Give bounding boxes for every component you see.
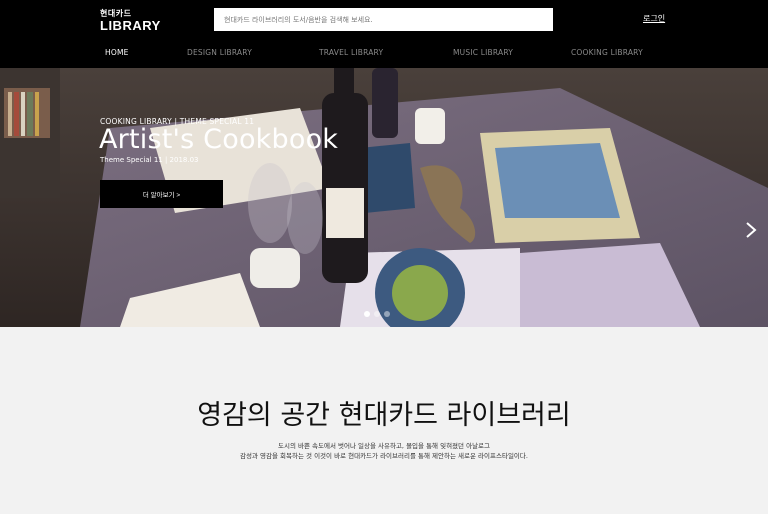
header-bar: 현대카드 LIBRARY 로그인 HOME DESIGN LIBRARY TRA… (0, 0, 768, 68)
login-link[interactable]: 로그인 (643, 13, 665, 24)
nav-item-travel-library[interactable]: TRAVEL LIBRARY (319, 48, 383, 57)
intro-section: 영감의 공간 현대카드 라이브러리 도시의 바쁜 속도에서 벗어나 일상을 사유… (0, 327, 768, 514)
intro-desc-line-1: 도시의 바쁜 속도에서 벗어나 일상을 사유하고, 몰입을 통해 잊혀졌던 아날… (277, 442, 491, 450)
hero-subtitle: Theme Special 11 | 2018.03 (100, 156, 199, 164)
slide-dot-1[interactable] (364, 311, 370, 317)
next-slide-button[interactable] (744, 220, 758, 240)
search-input[interactable] (214, 8, 553, 31)
nav-item-home[interactable]: HOME (105, 48, 129, 57)
intro-desc-line-2: 감성과 영감을 회복하는 것 이것이 바로 현대카드가 라이브러리를 통해 제안… (240, 452, 528, 460)
slide-dot-3[interactable] (384, 311, 390, 317)
main-nav: HOME DESIGN LIBRARY TRAVEL LIBRARY MUSIC… (0, 48, 768, 62)
library-logo[interactable]: 현대카드 LIBRARY (100, 9, 161, 33)
logo-small-text: 현대카드 (100, 9, 132, 18)
learn-more-button[interactable]: 더 알아보기 > (100, 180, 223, 208)
nav-item-design-library[interactable]: DESIGN LIBRARY (187, 48, 252, 57)
nav-item-cooking-library[interactable]: COOKING LIBRARY (571, 48, 643, 57)
slide-dot-2[interactable] (374, 311, 380, 317)
intro-description: 도시의 바쁜 속도에서 벗어나 일상을 사유하고, 몰입을 통해 잊혀졌던 아날… (0, 441, 768, 461)
intro-title: 영감의 공간 현대카드 라이브러리 (197, 400, 571, 431)
chevron-right-icon (746, 222, 757, 238)
nav-item-music-library[interactable]: MUSIC LIBRARY (453, 48, 513, 57)
hero-title: Artist's Cookbook (99, 124, 339, 155)
slide-indicator (364, 311, 390, 317)
logo-big-text: LIBRARY (100, 18, 161, 33)
